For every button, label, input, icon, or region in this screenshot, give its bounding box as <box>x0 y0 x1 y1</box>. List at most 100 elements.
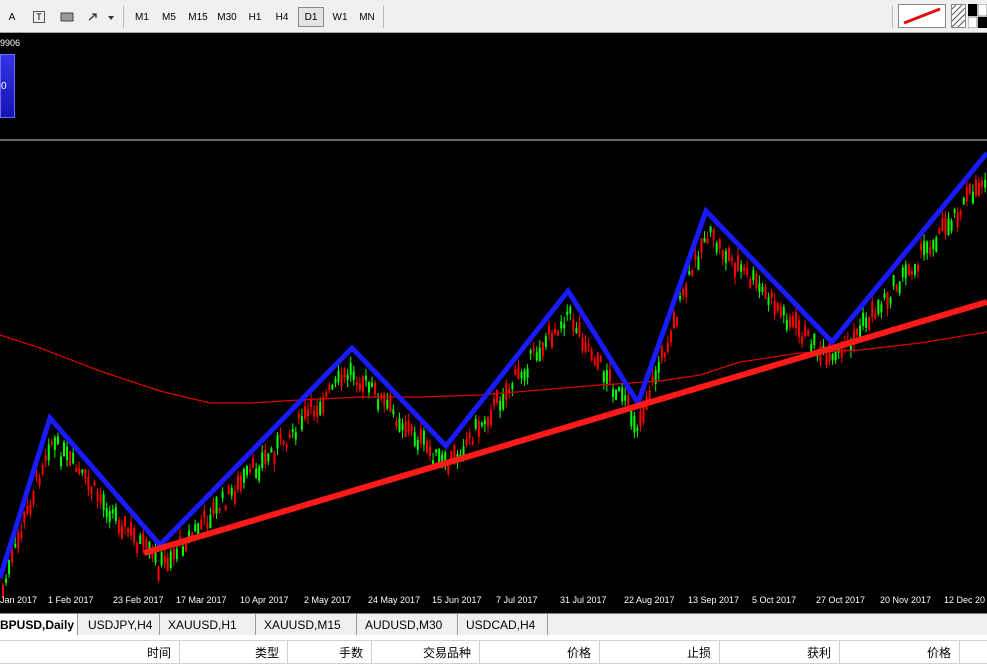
candle-body <box>130 522 133 536</box>
red-line-icon <box>903 7 941 25</box>
text-tool-button[interactable]: A <box>3 7 21 27</box>
tab-xauusd-m15[interactable]: XAUUSD,M15 <box>256 614 357 635</box>
candle-body <box>230 488 233 496</box>
candle-body <box>608 369 611 382</box>
date-label: 17 Mar 2017 <box>176 595 227 605</box>
candle-body <box>20 531 23 539</box>
candle-body <box>688 270 691 275</box>
candle-body <box>66 447 69 460</box>
date-label: 5 Oct 2017 <box>752 595 797 605</box>
arrows-icon <box>88 13 114 21</box>
candle-body <box>694 254 697 261</box>
candle-body <box>337 370 340 382</box>
text-label-tool-button[interactable]: T <box>30 7 48 27</box>
timeframe-mn[interactable]: MN <box>354 7 380 27</box>
candle-body <box>84 468 87 479</box>
candle-body <box>185 543 187 552</box>
candle-body <box>642 406 645 423</box>
timeframe-m15[interactable]: M15 <box>184 7 212 27</box>
candle-body <box>636 427 639 431</box>
candle-body <box>285 444 288 448</box>
trade-panel-box[interactable]: 0 <box>0 54 15 118</box>
candle-body <box>798 320 801 338</box>
candle-body <box>560 321 563 329</box>
rectangle-tool-button[interactable] <box>58 7 76 27</box>
price-label: 9906 <box>0 38 21 48</box>
candle-body <box>624 395 627 401</box>
candle-body <box>383 393 386 406</box>
candle-body <box>901 267 904 278</box>
candle-body <box>44 455 47 461</box>
candle-body <box>300 415 303 430</box>
timeframe-m5[interactable]: M5 <box>157 7 181 27</box>
candle-body <box>78 468 81 475</box>
candle-body <box>200 519 203 530</box>
line-color-button[interactable] <box>898 4 946 28</box>
candle-body <box>392 409 395 415</box>
candle-body <box>615 389 618 400</box>
candle-body <box>279 433 282 439</box>
column-header-stop-loss[interactable]: 止损 <box>600 641 720 663</box>
timeframe-h4[interactable]: H4 <box>269 7 295 27</box>
candle-body <box>926 241 929 253</box>
candle-body <box>557 330 560 337</box>
candle-body <box>114 507 117 521</box>
candle-body <box>968 183 971 194</box>
candle-body <box>50 441 53 445</box>
tab-usdjpy-h4[interactable]: USDJPY,H4 <box>80 614 160 635</box>
candle-body <box>468 432 471 439</box>
candle-body <box>566 311 569 315</box>
candle-body <box>965 187 968 202</box>
candle-body <box>124 515 126 527</box>
toolbar-separator <box>123 6 124 28</box>
zigzag-line[interactable] <box>0 151 987 579</box>
candle-body <box>93 481 96 486</box>
column-header-price[interactable]: 价格 <box>480 641 600 663</box>
tab-xauusd-h1[interactable]: XAUUSD,H1 <box>160 614 256 635</box>
pattern-button[interactable] <box>951 4 966 28</box>
column-header-take-profit[interactable]: 获利 <box>720 641 840 663</box>
date-label: 13 Sep 2017 <box>688 595 740 605</box>
column-header-price-current[interactable]: 价格 <box>840 641 960 663</box>
candle-body <box>581 337 584 351</box>
candle-body <box>700 238 703 253</box>
column-header-time[interactable]: 时间 <box>0 641 180 663</box>
candle-body <box>679 296 682 300</box>
candle-body <box>871 301 874 317</box>
timeframe-m1[interactable]: M1 <box>130 7 154 27</box>
terminal-panel: 时间 类型 手数 交易品种 价格 止损 获利 价格 <box>0 635 987 669</box>
trendline[interactable] <box>143 299 987 556</box>
chart-canvas[interactable] <box>0 33 987 613</box>
candle-body <box>371 382 374 388</box>
candle-body <box>605 369 608 384</box>
column-header-symbol[interactable]: 交易品种 <box>372 641 480 663</box>
candle-body <box>398 418 401 432</box>
timeframe-w1[interactable]: W1 <box>327 7 353 27</box>
tab-audusd-m30[interactable]: AUDUSD,M30 <box>357 614 458 635</box>
candle-body <box>877 299 880 315</box>
candle-body <box>920 243 923 251</box>
candle-body <box>932 240 935 250</box>
candle-body <box>938 228 941 235</box>
column-header-lots[interactable]: 手数 <box>288 641 372 663</box>
candle-body <box>215 497 218 514</box>
timeframe-h1[interactable]: H1 <box>242 7 268 27</box>
candle-body <box>593 358 596 366</box>
date-label: 31 Jul 2017 <box>560 595 607 605</box>
timeframe-d1[interactable]: D1 <box>298 7 324 27</box>
price-chart[interactable] <box>0 33 987 613</box>
arrows-dropdown-button[interactable] <box>86 7 116 27</box>
candle-body <box>72 452 75 464</box>
candle-body <box>776 302 779 312</box>
column-header-type[interactable]: 类型 <box>180 641 288 663</box>
candle-body <box>471 440 474 445</box>
candle-body <box>483 419 486 425</box>
candle-body <box>355 382 358 386</box>
candle-body <box>389 395 392 412</box>
moving-average-line[interactable] <box>0 331 987 404</box>
candle-body <box>255 468 258 478</box>
tab-usdcad-h4[interactable]: USDCAD,H4 <box>458 614 548 635</box>
timeframe-m30[interactable]: M30 <box>213 7 241 27</box>
color-swatch-button[interactable] <box>968 4 987 28</box>
tab-gbpusd-daily[interactable]: BPUSD,Daily <box>0 614 78 635</box>
